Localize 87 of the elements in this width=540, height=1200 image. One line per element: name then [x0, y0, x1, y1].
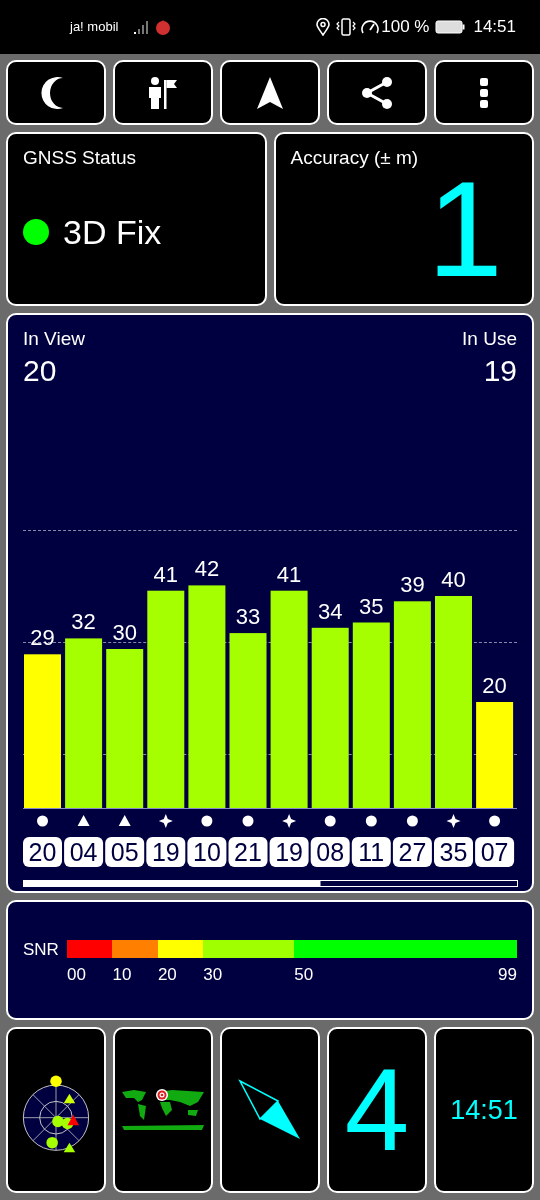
satellite-id-badge: 08	[310, 836, 350, 867]
tile-button[interactable]	[6, 1027, 106, 1193]
circle-icon	[406, 815, 418, 826]
scale-label: 10	[112, 964, 132, 986]
x-tick-label: 21	[234, 837, 262, 866]
x-tick-label: 07	[480, 837, 509, 866]
x-tick-label: 05	[110, 837, 139, 866]
satellite-id-badge: 20	[23, 836, 62, 867]
bar-value: 40	[441, 566, 466, 592]
satellite-id-badge: 19	[269, 836, 309, 867]
navigation-arrow-icon	[256, 75, 284, 110]
compass-needle-icon	[238, 1079, 302, 1141]
in-use-count: 19	[483, 353, 517, 388]
scale-label: 20	[157, 964, 177, 986]
x-tick-label: 10	[192, 837, 221, 866]
in-use-label: In Use	[462, 327, 517, 351]
circle-icon	[242, 815, 254, 826]
bar-value: 29	[30, 624, 55, 650]
app-icon	[155, 19, 172, 35]
snr-label: SNR	[23, 940, 60, 961]
person-flag-icon	[147, 75, 179, 110]
bar-value: 35	[359, 593, 384, 618]
person-flag-button[interactable]	[113, 60, 213, 125]
battery-icon	[435, 20, 466, 34]
more-button[interactable]	[434, 60, 534, 125]
more-icon	[479, 77, 489, 108]
star-icon	[446, 813, 461, 828]
fix-status: 3D Fix	[63, 211, 162, 253]
speedometer-icon	[360, 18, 381, 36]
bar-value: 42	[194, 555, 220, 581]
share-icon	[360, 75, 394, 110]
bar-value: 20	[482, 672, 507, 698]
location-icon	[316, 18, 331, 36]
in-view-label: In View	[23, 327, 85, 351]
moon-button[interactable]	[6, 60, 106, 125]
circle-icon	[201, 815, 213, 826]
satellite-id-badge: 19	[146, 836, 186, 867]
star-icon	[158, 813, 173, 828]
x-tick-label: 27	[398, 837, 427, 866]
navigation-arrow-button[interactable]	[220, 60, 320, 125]
triangle-icon	[77, 814, 90, 826]
scale-label: 50	[294, 964, 314, 986]
scale-label: 30	[203, 964, 223, 986]
satellite-id-badge: 04	[64, 836, 104, 867]
circle-icon	[324, 815, 336, 826]
tile-clock: 14:51	[450, 1093, 518, 1127]
bar-value: 41	[153, 561, 179, 587]
x-tick-label: 19	[151, 837, 180, 866]
card-title: GNSS Status	[23, 146, 137, 170]
accuracy-value: 1	[427, 168, 503, 289]
tile-value: 4	[344, 1055, 410, 1165]
satellite-id-badge: 07	[475, 836, 515, 867]
satellite-id-badge: 10	[187, 836, 227, 867]
bar-value: 30	[112, 619, 137, 645]
carrier-name: ja! mobil	[70, 18, 119, 37]
share-button[interactable]	[327, 60, 427, 125]
card-title: Accuracy (± m)	[290, 146, 420, 170]
bar-value: 41	[276, 561, 302, 587]
tile-button[interactable]: 14:51	[434, 1027, 534, 1193]
star-icon	[282, 813, 297, 828]
tile-button[interactable]: 4	[327, 1027, 427, 1193]
x-tick-label: 11	[358, 837, 385, 866]
satellite-id-badge: 27	[392, 836, 432, 867]
circle-icon	[37, 815, 48, 826]
x-tick-label: 19	[275, 837, 304, 866]
bar-value: 39	[400, 571, 425, 597]
in-view-count: 20	[23, 353, 57, 388]
scale-label: 99	[498, 964, 517, 986]
tile-button[interactable]	[220, 1027, 320, 1193]
circle-icon	[365, 815, 377, 826]
x-tick-label: 04	[69, 837, 98, 866]
bar-value: 32	[71, 608, 96, 634]
bar-value: 33	[235, 603, 261, 629]
tile-button[interactable]	[113, 1027, 213, 1193]
satellite-id-badge: 05	[105, 836, 145, 867]
signal-icon	[134, 20, 151, 34]
vibrate-icon	[336, 18, 357, 36]
circle-icon	[489, 815, 501, 826]
scale-label: 00	[67, 964, 86, 986]
x-tick-label: 08	[316, 837, 345, 866]
clock-time: 14:51	[473, 16, 516, 39]
satellite-id-badge: 21	[228, 836, 268, 867]
battery-percent: 100 %	[381, 16, 430, 39]
satellite-id-badge: 35	[434, 836, 473, 867]
satellite-id-badge: 11	[351, 836, 391, 867]
triangle-icon	[118, 814, 131, 826]
bar-value: 34	[317, 598, 343, 624]
